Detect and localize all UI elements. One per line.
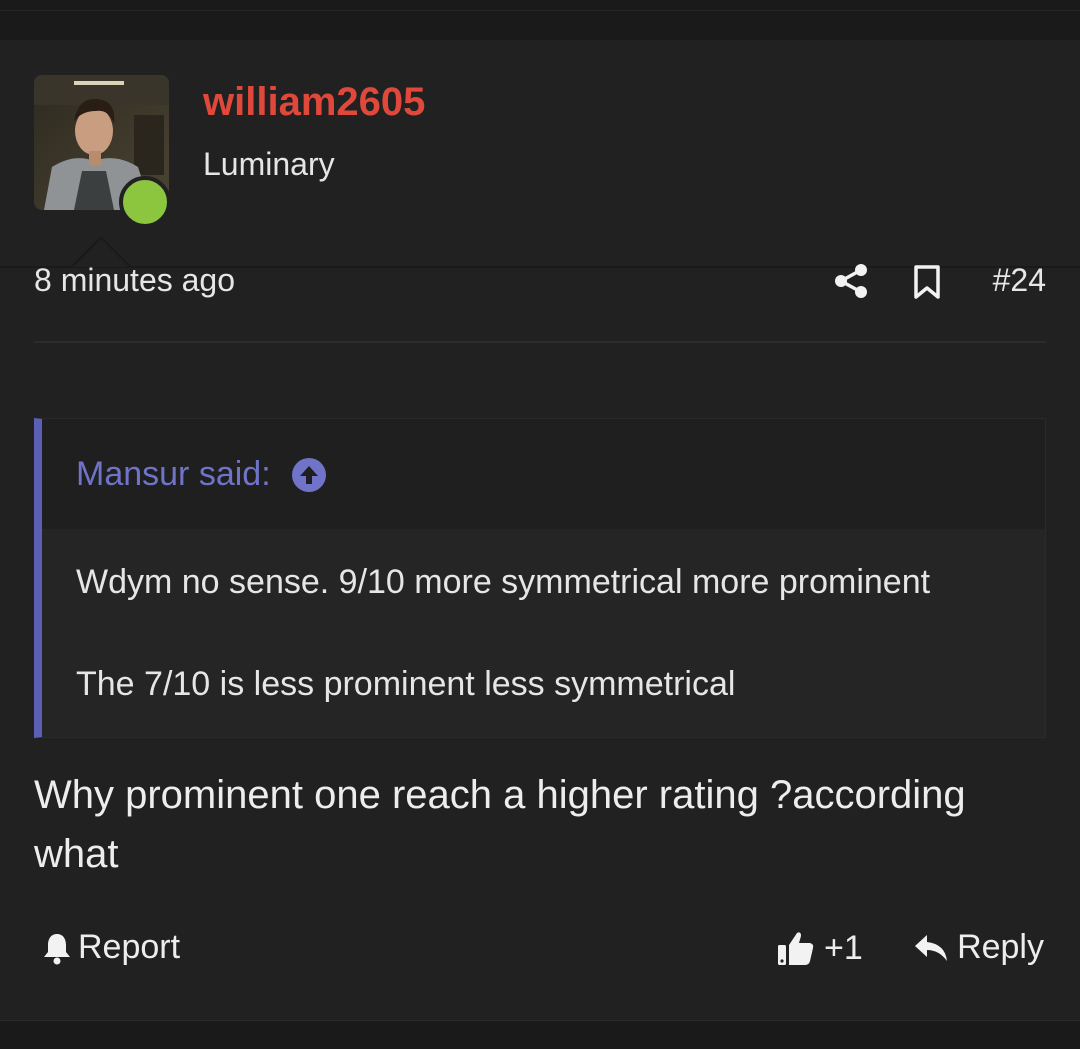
quote-line: The 7/10 is less prominent less symmetri…: [76, 665, 736, 703]
reply-button[interactable]: Reply: [913, 928, 1044, 967]
jump-to-quote-icon[interactable]: [291, 457, 327, 493]
post-card: william2605 Luminary 8 minutes ago #24 M…: [0, 40, 1080, 1020]
report-button[interactable]: Report: [42, 928, 180, 967]
thumbs-up-icon: [778, 932, 814, 965]
bookmark-icon[interactable]: [912, 264, 942, 300]
post-number[interactable]: #24: [993, 262, 1046, 299]
post-message: Why prominent one reach a higher rating …: [34, 773, 966, 876]
post-actions: Report +1 Reply: [34, 928, 1046, 972]
top-divider: [0, 10, 1080, 11]
username[interactable]: william2605: [203, 80, 425, 125]
quote-attribution[interactable]: Mansur said:: [76, 455, 327, 494]
reply-label: Reply: [957, 928, 1044, 966]
quote-line: Wdym no sense. 9/10 more symmetrical mor…: [76, 563, 931, 601]
quote-header: Mansur said:: [42, 419, 1045, 529]
quote-attribution-text: Mansur said:: [76, 455, 271, 493]
quote-block: Mansur said: Wdym no sense. 9/10 more sy…: [34, 418, 1046, 738]
top-strip: [0, 0, 1080, 42]
bell-icon: [44, 933, 70, 964]
like-button[interactable]: +1: [776, 928, 863, 968]
online-status-indicator: [119, 176, 171, 228]
reply-icon: [915, 934, 948, 961]
post-meta: 8 minutes ago #24: [34, 262, 1046, 302]
share-icon[interactable]: [834, 263, 868, 299]
user-header: william2605 Luminary: [0, 40, 1080, 268]
post-timestamp[interactable]: 8 minutes ago: [34, 262, 235, 299]
bottom-strip: [0, 1020, 1080, 1049]
user-title: Luminary: [203, 146, 335, 182]
report-label: Report: [78, 928, 181, 966]
like-count: +1: [824, 928, 863, 967]
meta-divider: [34, 341, 1046, 343]
